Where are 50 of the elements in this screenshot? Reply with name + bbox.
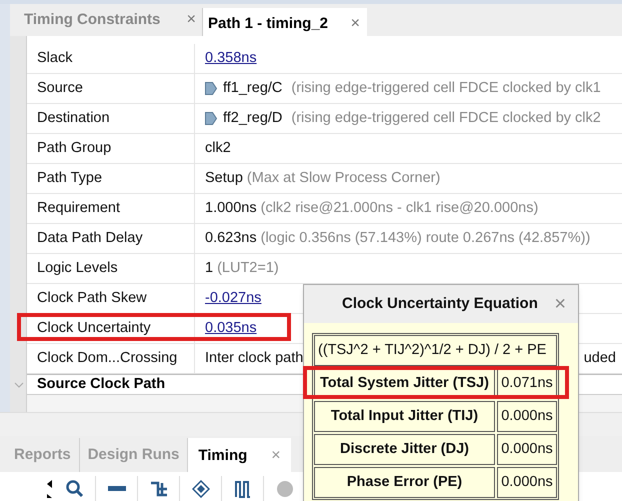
property-label: Requirement bbox=[27, 194, 195, 223]
editor-tab[interactable]: Timing Constraints × bbox=[20, 4, 202, 36]
property-detail: (clk2 rise@21.000ns - clk1 rise@20.000ns) bbox=[260, 198, 538, 218]
close-icon[interactable]: × bbox=[186, 8, 198, 32]
pin-icon bbox=[205, 82, 217, 95]
jitter-value: 0.000ns bbox=[497, 467, 557, 498]
search-icon[interactable] bbox=[64, 478, 84, 498]
equation-cell: ((TSJ^2 + TIJ^2)^1/2 + DJ) / 2 + PE bbox=[314, 335, 557, 366]
property-label: Slack bbox=[27, 44, 195, 73]
property-label: Logic Levels bbox=[27, 254, 195, 283]
property-detail: (Max at Slow Process Corner) bbox=[246, 168, 440, 188]
value-link[interactable]: 0.035ns bbox=[205, 318, 257, 340]
property-label: Source bbox=[27, 74, 195, 103]
waveform-icon[interactable] bbox=[234, 480, 250, 498]
property-label: Path Type bbox=[27, 164, 195, 193]
property-label: Clock Path Skew bbox=[27, 284, 195, 313]
property-value: 1.000ns bbox=[205, 198, 257, 218]
jitter-label: Phase Error (PE) bbox=[314, 467, 495, 498]
popup-title: Clock Uncertainty Equation bbox=[342, 294, 538, 314]
property-label: Clock Dom...Crossing bbox=[27, 344, 195, 373]
jitter-value: 0.000ns bbox=[497, 434, 557, 465]
value-link[interactable]: 0.358ns bbox=[205, 48, 257, 70]
property-detail: (rising edge-triggered cell FDCE clocked by clk1 bbox=[291, 78, 601, 98]
property-value: clk2 bbox=[205, 138, 231, 158]
jitter-value: 0.000ns bbox=[497, 401, 557, 432]
property-label: Data Path Delay bbox=[27, 224, 195, 253]
property-value: 1 bbox=[205, 258, 214, 278]
close-icon[interactable]: × bbox=[350, 12, 362, 36]
collapse-expand-icon[interactable] bbox=[44, 478, 54, 500]
cell-name[interactable]: ff1_reg/C bbox=[223, 78, 282, 100]
property-label: Clock Uncertainty bbox=[27, 314, 195, 343]
property-detail: (logic 0.356ns (57.143%) route 0.267ns (42.857%)) bbox=[260, 228, 590, 248]
value-link[interactable]: -0.027ns bbox=[205, 288, 262, 310]
property-value: uded bbox=[584, 348, 617, 368]
property-detail: (LUT2=1) bbox=[217, 258, 279, 278]
pin-icon bbox=[205, 112, 217, 125]
property-value: Setup bbox=[205, 168, 243, 188]
panel-tab[interactable]: Timing × bbox=[188, 438, 291, 474]
section-title: Source Clock Path bbox=[36, 374, 166, 394]
schematic-icon[interactable] bbox=[150, 480, 168, 498]
jitter-label: Discrete Jitter (DJ) bbox=[314, 434, 495, 465]
property-value: 0.623ns bbox=[205, 228, 257, 248]
property-detail: (rising edge-triggered cell FDCE clocked by clk2 bbox=[291, 108, 601, 128]
property-label: Path Group bbox=[27, 134, 195, 163]
cell-name[interactable]: ff2_reg/D bbox=[223, 108, 282, 130]
property-label: Destination bbox=[27, 104, 195, 133]
jitter-label: Total Input Jitter (TIJ) bbox=[314, 401, 495, 432]
minus-icon[interactable] bbox=[108, 486, 126, 492]
property-value: Inter clock path bbox=[205, 348, 304, 368]
diamond-icon[interactable] bbox=[192, 480, 210, 498]
